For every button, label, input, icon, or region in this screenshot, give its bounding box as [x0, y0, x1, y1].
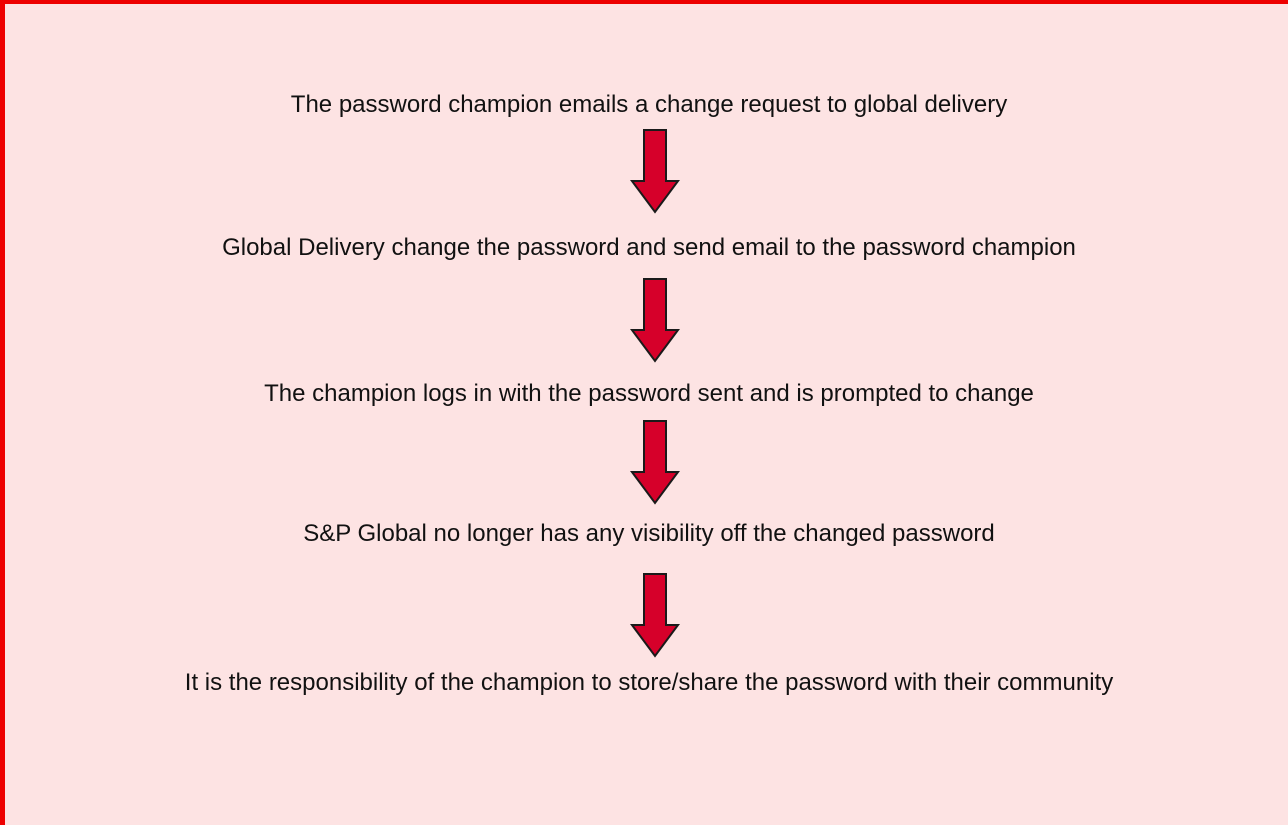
step-3-text: The champion logs in with the password s…: [264, 380, 1034, 407]
down-arrow-icon: [630, 129, 680, 214]
step-4-text: S&P Global no longer has any visibility …: [303, 520, 995, 547]
step-2-text: Global Delivery change the password and …: [222, 234, 1076, 261]
down-arrow-icon: [630, 573, 680, 658]
down-arrow-icon: [630, 278, 680, 363]
flow-diagram-frame: The password champion emails a change re…: [0, 0, 1288, 825]
step-5-text: It is the responsibility of the champion…: [184, 669, 1114, 696]
down-arrow-icon: [630, 420, 680, 505]
step-1-text: The password champion emails a change re…: [290, 91, 1008, 118]
